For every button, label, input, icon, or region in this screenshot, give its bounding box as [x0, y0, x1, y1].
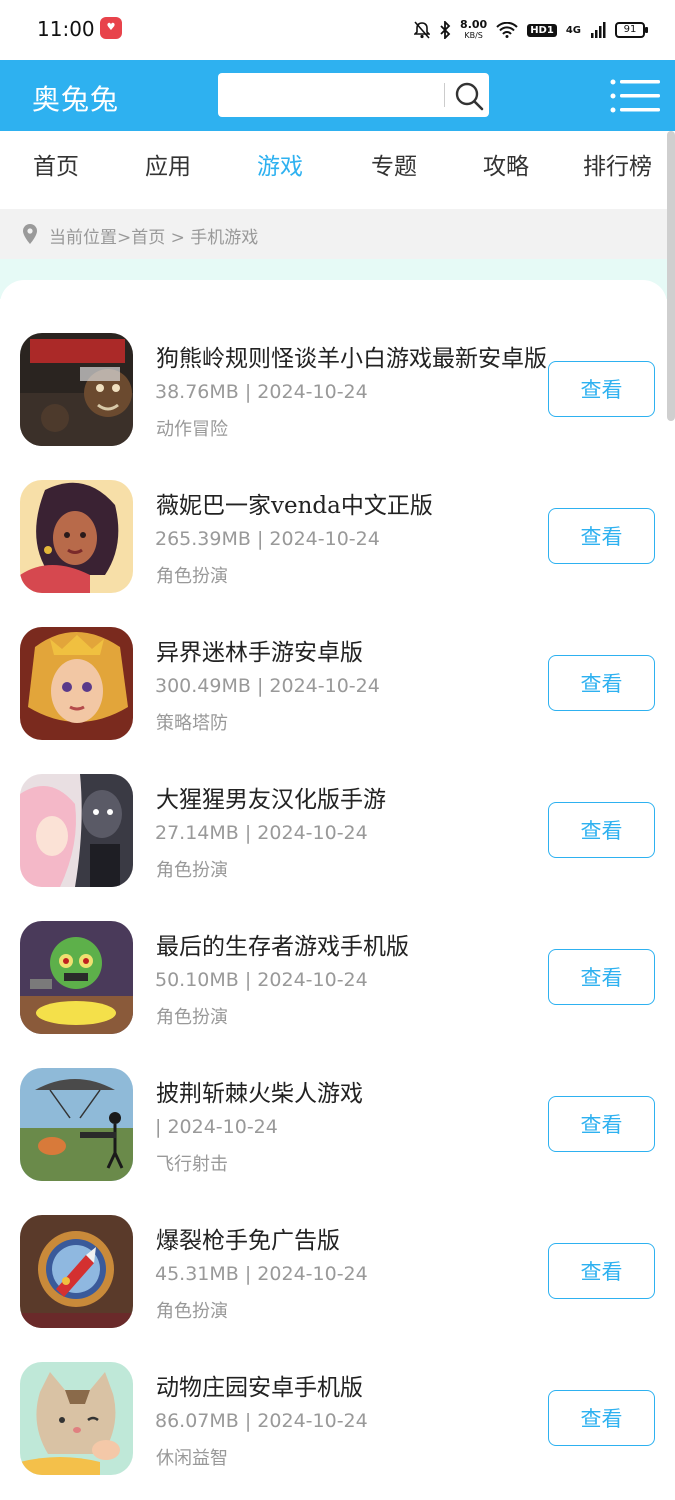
view-button[interactable]: 查看: [548, 1096, 655, 1152]
view-button[interactable]: 查看: [548, 802, 655, 858]
game-meta: 38.76MB | 2024-10-24: [155, 381, 368, 403]
game-meta: 45.31MB | 2024-10-24: [155, 1263, 368, 1285]
list-item[interactable]: 薇妮巴一家venda中文正版 265.39MB | 2024-10-24 角色扮…: [0, 480, 667, 627]
status-bar: 11:00 ♥ 8.00 KB/S HD1 4G 91: [0, 0, 675, 60]
bluetooth-icon: [440, 21, 451, 39]
game-category: 角色扮演: [156, 1007, 228, 1028]
search-input[interactable]: [226, 79, 436, 111]
game-icon-burst-gunner[interactable]: [20, 1215, 133, 1328]
game-meta: 265.39MB | 2024-10-24: [155, 528, 380, 550]
scrollbar[interactable]: [667, 131, 675, 421]
game-meta: 86.07MB | 2024-10-24: [155, 1410, 368, 1432]
network-type: 4G: [565, 24, 581, 36]
game-category: 策略塔防: [156, 713, 228, 734]
game-title[interactable]: 异界迷林手游安卓版: [156, 633, 551, 667]
tab-rankings[interactable]: 排行榜: [583, 147, 652, 181]
list-item[interactable]: 大猩猩男友汉化版手游 27.14MB | 2024-10-24 角色扮演 查看: [0, 774, 667, 921]
list-item[interactable]: 狗熊岭规则怪谈羊小白游戏最新安卓版 38.76MB | 2024-10-24 动…: [0, 333, 667, 480]
site-header: 奥兔兔: [0, 60, 675, 131]
tab-apps[interactable]: 应用: [145, 147, 191, 181]
site-logo[interactable]: 奥兔兔: [32, 78, 119, 118]
game-category: 角色扮演: [156, 566, 228, 587]
game-title[interactable]: 大猩猩男友汉化版手游: [156, 780, 551, 814]
view-button[interactable]: 查看: [548, 949, 655, 1005]
game-category: 角色扮演: [156, 860, 228, 881]
game-icon-stickman[interactable]: [20, 1068, 133, 1181]
signal-icon: [591, 22, 606, 38]
hd-badge: HD1: [527, 23, 557, 37]
network-speed: 8.00 KB/S: [460, 18, 488, 40]
game-icon-last-survivor[interactable]: [20, 921, 133, 1034]
game-title[interactable]: 薇妮巴一家venda中文正版: [156, 486, 551, 520]
list-item[interactable]: 披荆斩棘火柴人游戏 | 2024-10-24 飞行射击 查看: [0, 1068, 667, 1215]
game-meta: | 2024-10-24: [155, 1116, 278, 1138]
game-category: 飞行射击: [156, 1154, 228, 1175]
view-button[interactable]: 查看: [548, 1243, 655, 1299]
location-pin-icon: [23, 224, 37, 244]
list-item[interactable]: 动物庄园安卓手机版 86.07MB | 2024-10-24 休闲益智 查看: [0, 1362, 667, 1500]
search-icon[interactable]: [454, 81, 484, 111]
tab-guides[interactable]: 攻略: [483, 147, 529, 181]
notification-icon: ♥: [100, 17, 122, 39]
game-title[interactable]: 爆裂枪手免广告版: [156, 1221, 551, 1255]
game-icon-bear-ridge[interactable]: [20, 333, 133, 446]
breadcrumb-text[interactable]: 当前位置>首页 > 手机游戏: [49, 223, 258, 248]
tab-games[interactable]: 游戏: [257, 147, 303, 181]
game-icon-animal-farm[interactable]: [20, 1362, 133, 1475]
game-icon-otherworld-forest[interactable]: [20, 627, 133, 740]
game-meta: 300.49MB | 2024-10-24: [155, 675, 380, 697]
game-title[interactable]: 狗熊岭规则怪谈羊小白游戏最新安卓版: [156, 339, 551, 373]
list-item[interactable]: 爆裂枪手免广告版 45.31MB | 2024-10-24 角色扮演 查看: [0, 1215, 667, 1362]
search-divider: [444, 83, 445, 107]
view-button[interactable]: 查看: [548, 508, 655, 564]
main-nav: 首页 应用 游戏 专题 攻略 排行榜: [0, 131, 675, 209]
status-icons: 8.00 KB/S HD1 4G 91: [414, 16, 648, 44]
list-item[interactable]: 异界迷林手游安卓版 300.49MB | 2024-10-24 策略塔防 查看: [0, 627, 667, 774]
battery-indicator: 91: [615, 22, 648, 38]
game-icon-venda[interactable]: [20, 480, 133, 593]
game-meta: 50.10MB | 2024-10-24: [155, 969, 368, 991]
status-time: 11:00: [37, 17, 95, 41]
game-icon-gorilla-boyfriend[interactable]: [20, 774, 133, 887]
tab-home[interactable]: 首页: [33, 147, 79, 181]
breadcrumb: 当前位置>首页 > 手机游戏: [0, 209, 675, 259]
game-title[interactable]: 最后的生存者游戏手机版: [156, 927, 551, 961]
search-box: [218, 73, 489, 117]
game-title[interactable]: 动物庄园安卓手机版: [156, 1368, 551, 1402]
game-list: 狗熊岭规则怪谈羊小白游戏最新安卓版 38.76MB | 2024-10-24 动…: [0, 280, 667, 1500]
view-button[interactable]: 查看: [548, 655, 655, 711]
wifi-icon: [496, 22, 518, 38]
tab-topics[interactable]: 专题: [371, 147, 417, 181]
game-title[interactable]: 披荆斩棘火柴人游戏: [156, 1074, 551, 1108]
view-button[interactable]: 查看: [548, 1390, 655, 1446]
mute-bell-icon: [414, 21, 431, 39]
list-item[interactable]: 最后的生存者游戏手机版 50.10MB | 2024-10-24 角色扮演 查看: [0, 921, 667, 1068]
view-button[interactable]: 查看: [548, 361, 655, 417]
game-meta: 27.14MB | 2024-10-24: [155, 822, 368, 844]
game-category: 休闲益智: [156, 1448, 228, 1469]
game-category: 角色扮演: [156, 1301, 228, 1322]
game-category: 动作冒险: [156, 419, 228, 440]
menu-icon[interactable]: [610, 78, 660, 114]
